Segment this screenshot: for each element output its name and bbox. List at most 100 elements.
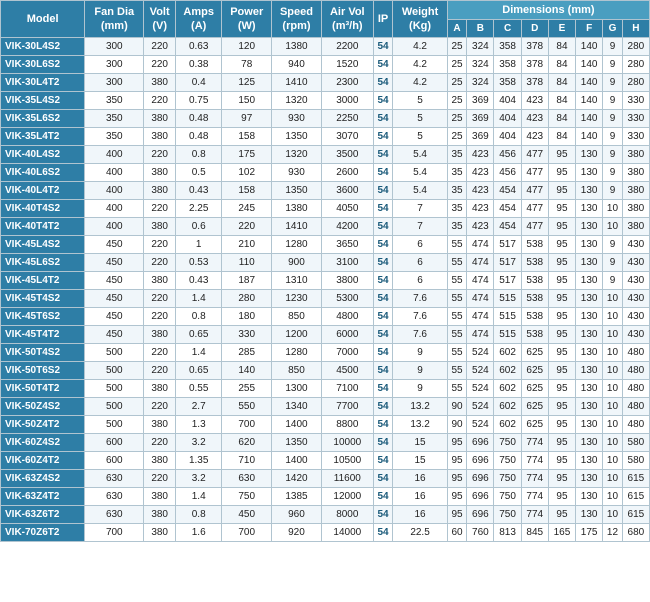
dim-e-header: E (548, 20, 575, 38)
data-cell: 0.65 (176, 362, 222, 380)
data-cell: 378 (521, 56, 548, 74)
model-cell: VIK-50T6S2 (1, 362, 85, 380)
data-cell: 60 (447, 524, 467, 542)
data-cell: 940 (272, 56, 322, 74)
data-cell: 4.2 (393, 56, 448, 74)
data-cell: 450 (85, 326, 144, 344)
data-cell: 378 (521, 38, 548, 56)
data-cell: 0.6 (176, 218, 222, 236)
data-cell: 380 (144, 524, 176, 542)
model-cell: VIK-63Z4S2 (1, 470, 85, 488)
data-cell: 3800 (321, 272, 373, 290)
data-cell: 3.2 (176, 470, 222, 488)
data-cell: 625 (521, 398, 548, 416)
data-cell: 456 (494, 146, 521, 164)
data-cell: 3650 (321, 236, 373, 254)
data-cell: 696 (467, 506, 494, 524)
data-cell: 84 (548, 38, 575, 56)
data-cell: 0.75 (176, 92, 222, 110)
data-cell: 12000 (321, 488, 373, 506)
data-cell: 130 (576, 470, 603, 488)
data-cell: 454 (494, 200, 521, 218)
ip-cell: 54 (373, 254, 393, 272)
data-cell: 130 (576, 182, 603, 200)
data-cell: 9 (603, 272, 623, 290)
data-cell: 130 (576, 398, 603, 416)
table-row: VIK-40T4T24003800.6220141042005473542345… (1, 218, 650, 236)
data-cell: 380 (144, 416, 176, 434)
data-cell: 35 (447, 200, 467, 218)
table-row: VIK-30L4S23002200.6312013802200544.22532… (1, 38, 650, 56)
fan-dia-header: Fan Dia(mm) (85, 1, 144, 38)
data-cell: 2250 (321, 110, 373, 128)
data-cell: 1310 (272, 272, 322, 290)
data-cell: 450 (85, 308, 144, 326)
data-cell: 10 (603, 398, 623, 416)
data-cell: 1.6 (176, 524, 222, 542)
data-cell: 25 (447, 92, 467, 110)
data-cell: 130 (576, 236, 603, 254)
data-cell: 10 (603, 200, 623, 218)
data-cell: 750 (494, 452, 521, 470)
table-row: VIK-45T4T24503800.6533012006000547.65547… (1, 326, 650, 344)
data-cell: 600 (85, 434, 144, 452)
data-cell: 430 (622, 272, 649, 290)
data-cell: 130 (576, 434, 603, 452)
data-cell: 380 (144, 74, 176, 92)
data-cell: 380 (144, 182, 176, 200)
data-cell: 140 (222, 362, 272, 380)
data-cell: 930 (272, 110, 322, 128)
data-cell: 0.5 (176, 164, 222, 182)
data-cell: 130 (576, 254, 603, 272)
data-cell: 850 (272, 308, 322, 326)
data-cell: 9 (393, 362, 448, 380)
ip-cell: 54 (373, 218, 393, 236)
data-cell: 130 (576, 290, 603, 308)
data-cell: 130 (576, 218, 603, 236)
data-cell: 700 (85, 524, 144, 542)
data-cell: 220 (144, 290, 176, 308)
data-cell: 602 (494, 398, 521, 416)
data-cell: 380 (622, 200, 649, 218)
data-cell: 0.53 (176, 254, 222, 272)
data-cell: 750 (222, 488, 272, 506)
data-cell: 35 (447, 182, 467, 200)
data-cell: 285 (222, 344, 272, 362)
data-cell: 140 (576, 38, 603, 56)
data-cell: 15 (393, 434, 448, 452)
ip-cell: 54 (373, 272, 393, 290)
data-cell: 84 (548, 128, 575, 146)
data-cell: 158 (222, 182, 272, 200)
data-cell: 324 (467, 74, 494, 92)
power-header: Power(W) (222, 1, 272, 38)
data-cell: 90 (447, 398, 467, 416)
data-cell: 95 (548, 506, 575, 524)
data-cell: 130 (576, 506, 603, 524)
data-cell: 477 (521, 146, 548, 164)
data-cell: 774 (521, 506, 548, 524)
data-cell: 920 (272, 524, 322, 542)
data-cell: 95 (548, 380, 575, 398)
product-table: Model Fan Dia(mm) Volt(V) Amps(A) Power(… (0, 0, 650, 542)
table-row: VIK-63Z4S26302203.2630142011600541695696… (1, 470, 650, 488)
data-cell: 524 (467, 362, 494, 380)
model-cell: VIK-30L4T2 (1, 74, 85, 92)
model-cell: VIK-63Z6T2 (1, 506, 85, 524)
data-cell: 187 (222, 272, 272, 290)
data-cell: 220 (144, 308, 176, 326)
table-row: VIK-45T4S24502201.428012305300547.655474… (1, 290, 650, 308)
model-cell: VIK-45L4S2 (1, 236, 85, 254)
data-cell: 220 (144, 146, 176, 164)
ip-cell: 54 (373, 182, 393, 200)
ip-cell: 54 (373, 434, 393, 452)
data-cell: 423 (467, 182, 494, 200)
data-cell: 7 (393, 218, 448, 236)
ip-cell: 54 (373, 308, 393, 326)
data-cell: 9 (603, 38, 623, 56)
model-cell: VIK-50Z4T2 (1, 416, 85, 434)
data-cell: 774 (521, 452, 548, 470)
data-cell: 1350 (272, 434, 322, 452)
data-cell: 450 (85, 290, 144, 308)
data-cell: 580 (622, 452, 649, 470)
table-row: VIK-50Z4T25003801.3700140088005413.29052… (1, 416, 650, 434)
